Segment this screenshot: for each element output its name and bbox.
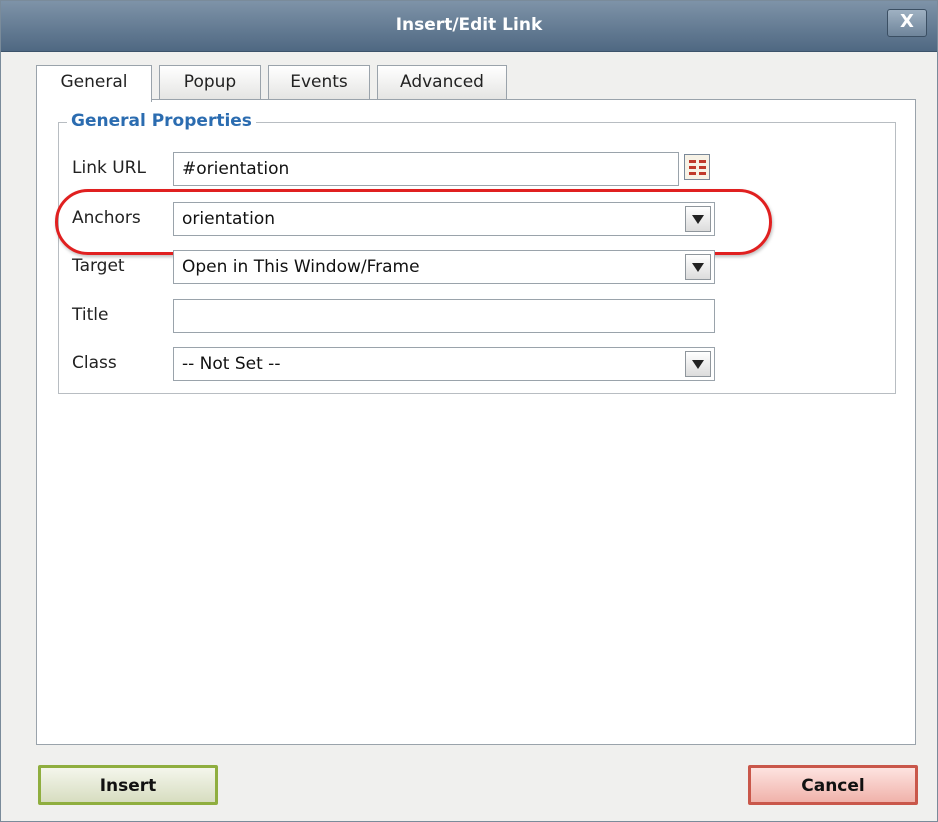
insert-button[interactable]: Insert bbox=[38, 765, 218, 805]
tab-advanced[interactable]: Advanced bbox=[377, 65, 507, 100]
class-label: Class bbox=[72, 353, 117, 373]
link-url-label: Link URL bbox=[72, 158, 146, 178]
tab-popup[interactable]: Popup bbox=[159, 65, 261, 100]
target-select[interactable]: Open in This Window/Frame bbox=[173, 250, 715, 284]
title-input[interactable] bbox=[173, 299, 715, 333]
target-selected-value: Open in This Window/Frame bbox=[182, 257, 420, 277]
title-bar[interactable]: Insert/Edit Link X bbox=[1, 1, 937, 52]
title-label: Title bbox=[72, 305, 109, 325]
close-button[interactable]: X bbox=[887, 9, 927, 37]
chevron-down-icon[interactable] bbox=[685, 254, 711, 280]
dialog-title: Insert/Edit Link bbox=[395, 15, 543, 35]
chevron-down-icon[interactable] bbox=[685, 351, 711, 377]
general-properties-legend: General Properties bbox=[67, 111, 256, 131]
insert-edit-link-dialog: Insert/Edit Link X General Popup Events … bbox=[0, 0, 938, 822]
class-selected-value: -- Not Set -- bbox=[182, 354, 281, 374]
tab-general[interactable]: General bbox=[36, 65, 152, 102]
target-label: Target bbox=[72, 256, 125, 276]
tab-events[interactable]: Events bbox=[268, 65, 370, 100]
class-select[interactable]: -- Not Set -- bbox=[173, 347, 715, 381]
anchors-highlight-annotation bbox=[55, 189, 772, 255]
general-panel: General Properties Link URL #orientation… bbox=[36, 99, 916, 745]
browse-icon[interactable] bbox=[684, 154, 710, 180]
cancel-button[interactable]: Cancel bbox=[748, 765, 918, 805]
link-url-input[interactable]: #orientation bbox=[173, 152, 679, 186]
